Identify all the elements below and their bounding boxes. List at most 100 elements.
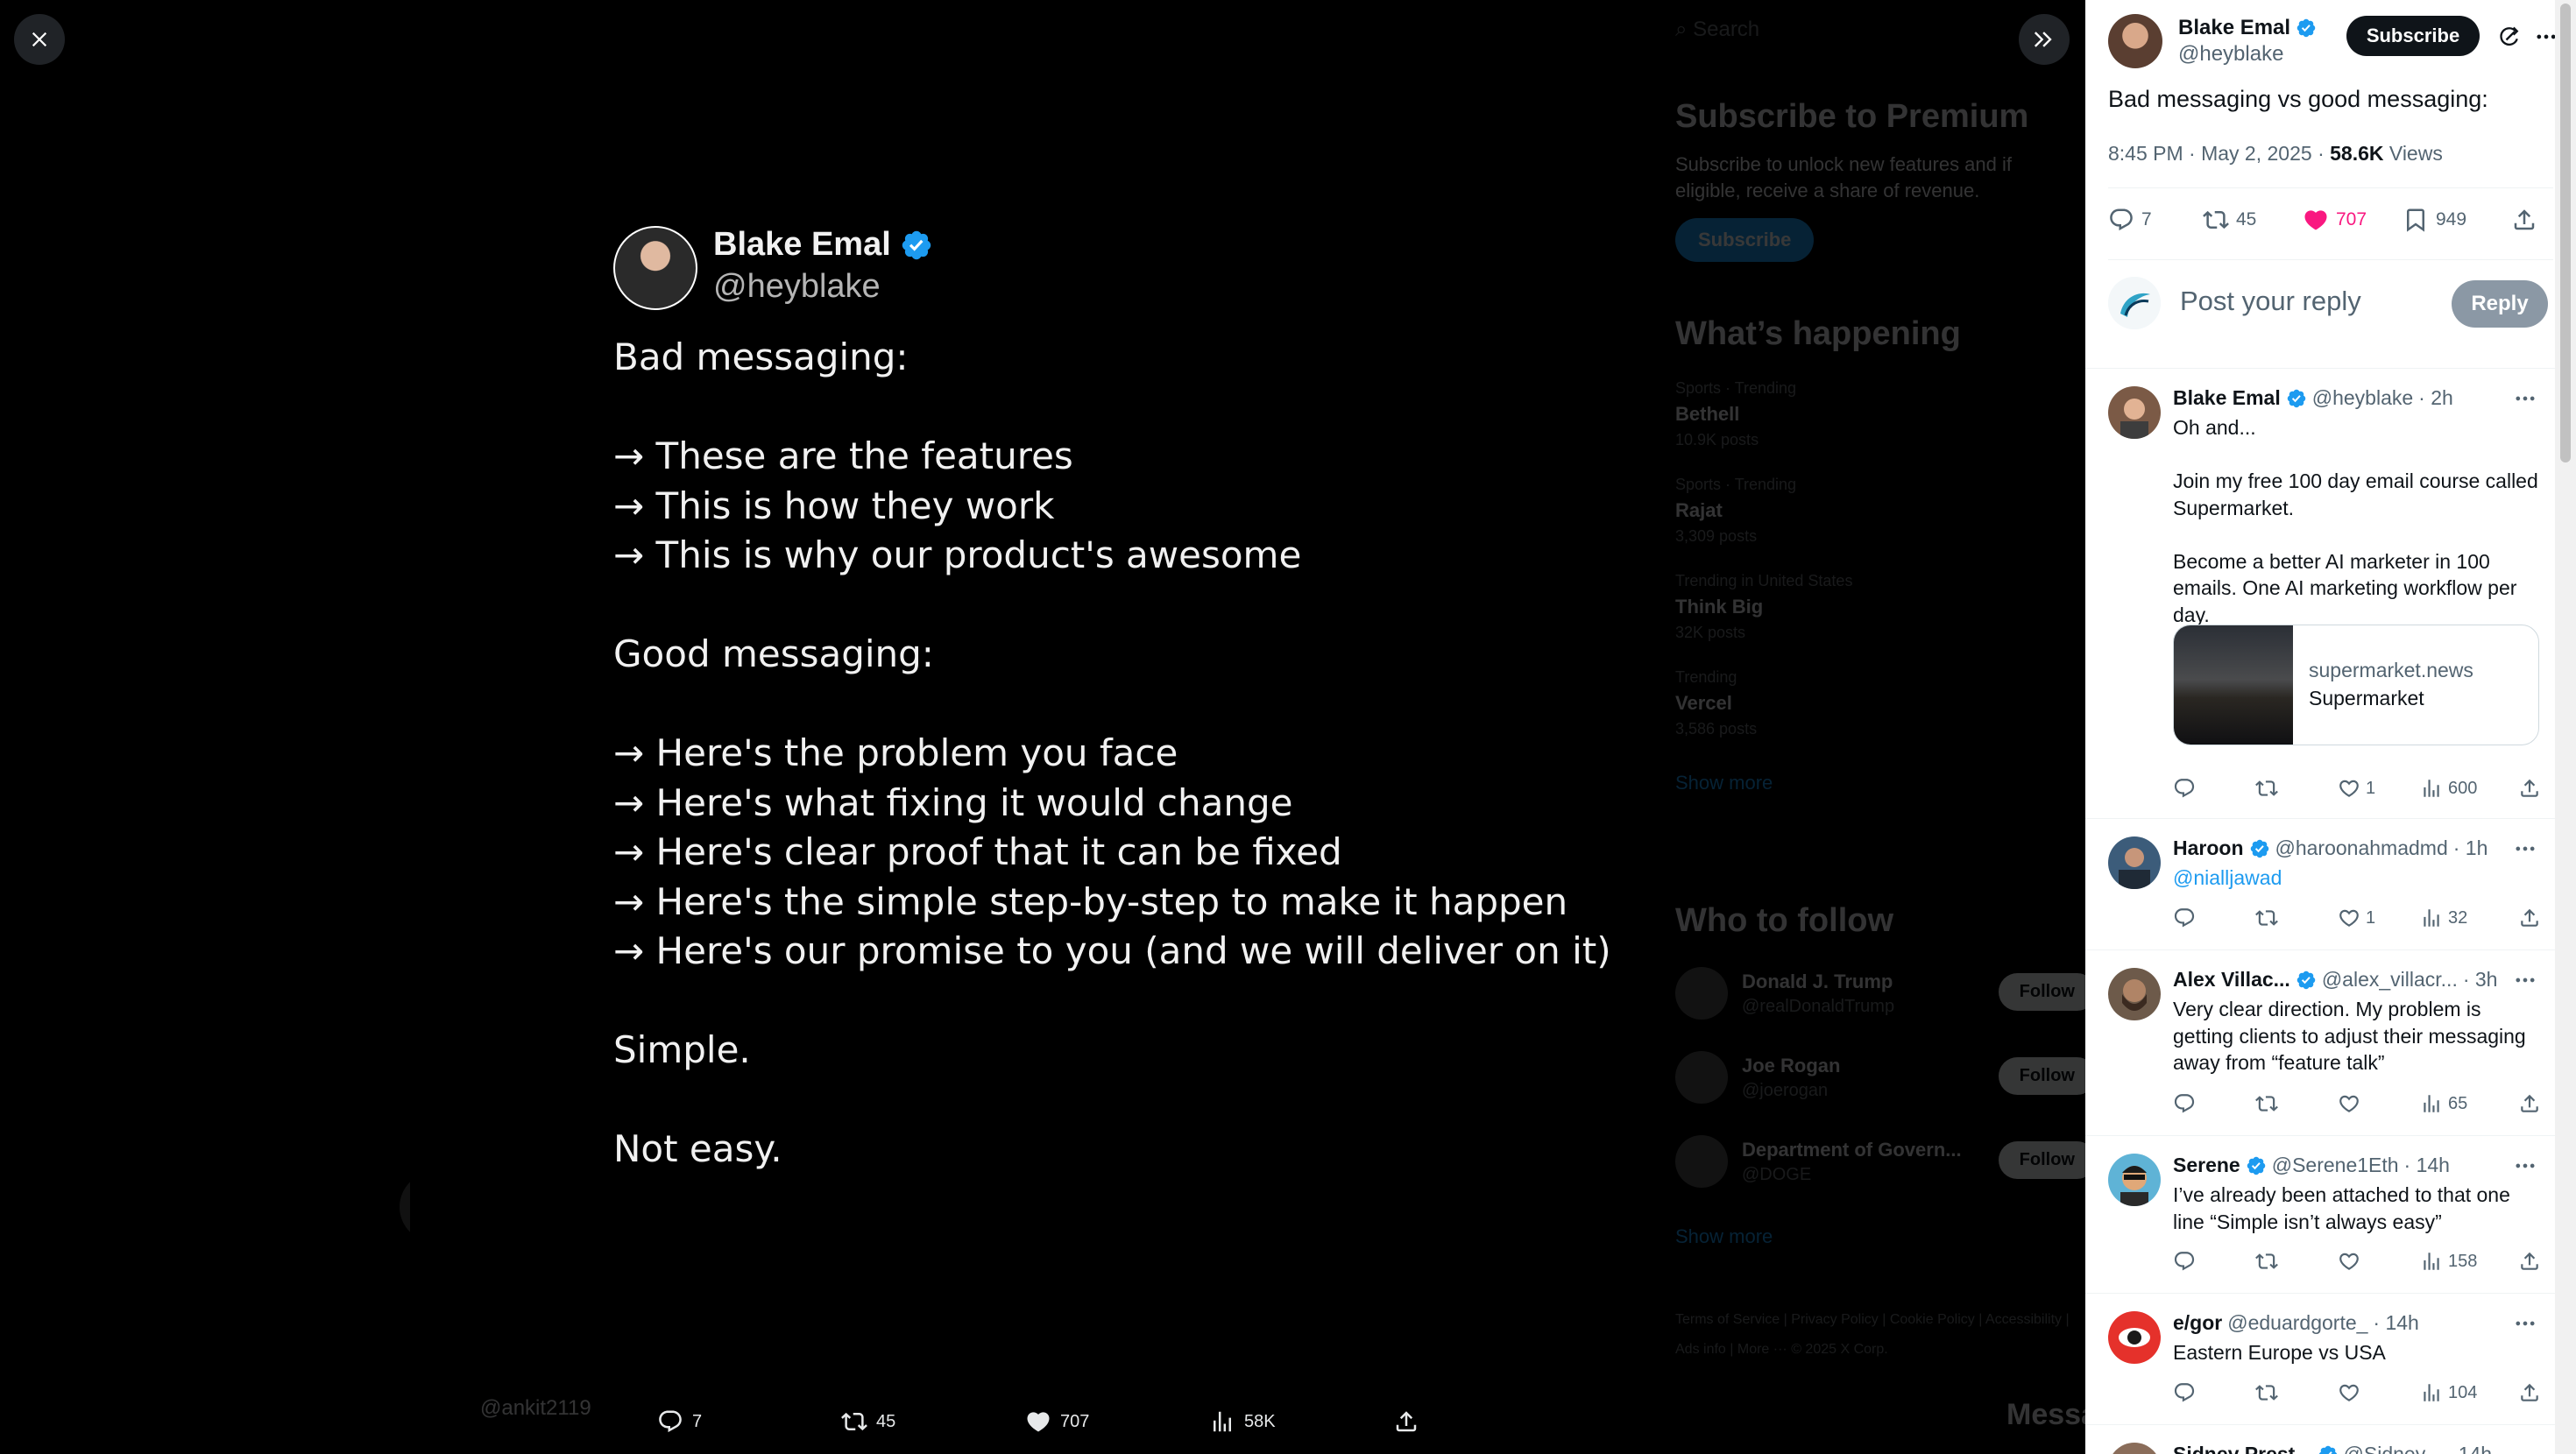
reply-views-button[interactable]: 104 (2420, 1381, 2477, 1404)
like-button[interactable]: 707 (2303, 207, 2367, 233)
media-like-button[interactable]: 707 (1025, 1408, 1089, 1435)
reply-item[interactable]: Alex Villac... @alex_villacr... · 3h Ver… (2085, 950, 2555, 1136)
reply-like-button[interactable]: 1 (2338, 907, 2375, 929)
scrollbar[interactable] (2555, 0, 2576, 1454)
repost-button[interactable]: 45 (2203, 207, 2256, 233)
scrollbar-thumb[interactable] (2560, 4, 2571, 462)
reply-avatar[interactable] (2108, 1154, 2161, 1206)
more-options-icon[interactable] (2513, 968, 2537, 992)
reply-views-button[interactable]: 65 (2420, 1092, 2467, 1115)
subscribe-button[interactable]: Subscribe (2346, 16, 2480, 56)
reply-item[interactable]: Serene @Serene1Eth · 14h I’ve already be… (2085, 1136, 2555, 1294)
reply-reply-button[interactable] (2173, 1092, 2196, 1115)
reply-author-name[interactable]: Blake Emal (2173, 386, 2281, 410)
reply-author-name[interactable]: Sidney Prest... (2173, 1443, 2312, 1454)
reply-time[interactable]: · 14h (2373, 1311, 2418, 1335)
collapse-sidebar-button[interactable] (2019, 14, 2070, 65)
reply-reply-button[interactable] (2173, 907, 2196, 929)
close-button[interactable] (14, 14, 65, 65)
reply-time[interactable]: · 2h (2418, 386, 2453, 410)
more-options-icon[interactable] (2513, 386, 2537, 411)
post-timestamp[interactable]: 8:45 PM · May 2, 2025 · (2108, 142, 2330, 165)
reply-icon (2173, 907, 2196, 929)
reply-like-button[interactable] (2338, 1250, 2366, 1273)
reply-author-name[interactable]: Serene (2173, 1154, 2240, 1177)
media-views-button[interactable]: 58K (1209, 1408, 1276, 1435)
reply-action-bar: 65 (2173, 1092, 2541, 1119)
share-button[interactable] (2511, 207, 2537, 233)
reply-time[interactable]: · 14h (2446, 1443, 2492, 1454)
reply-item[interactable]: Sidney Prest... @Sidney... · 14h (2085, 1425, 2555, 1454)
reply-submit-button[interactable]: Reply (2452, 280, 2548, 328)
reply-repost-button[interactable] (2255, 1381, 2278, 1404)
like-filled-icon (2303, 207, 2329, 233)
reply-item[interactable]: e/gor @eduardgorte_ · 14h Eastern Europe… (2085, 1294, 2555, 1425)
link-card[interactable]: supermarket.news Supermarket (2173, 625, 2539, 745)
bookmark-button[interactable]: 949 (2403, 207, 2466, 233)
reply-header: e/gor @eduardgorte_ · 14h (2173, 1311, 2419, 1335)
reply-like-button[interactable] (2338, 1092, 2366, 1115)
reply-avatar[interactable] (2108, 386, 2161, 439)
reply-author-name[interactable]: Alex Villac... (2173, 968, 2290, 992)
media-share-button[interactable] (1393, 1408, 1419, 1435)
reply-time[interactable]: · 3h (2463, 968, 2498, 992)
more-options-icon[interactable] (2513, 836, 2537, 861)
trends-show-more: Show more (1675, 772, 1773, 794)
reply-reply-button[interactable] (2173, 1381, 2196, 1404)
media-reply-button[interactable]: 7 (657, 1408, 702, 1435)
reply-input[interactable] (2180, 286, 2408, 317)
author-name[interactable]: Blake Emal (2178, 16, 2317, 40)
reply-views-button[interactable]: 600 (2420, 777, 2477, 800)
reply-views-button[interactable]: 32 (2420, 907, 2467, 929)
reply-repost-button[interactable] (2255, 907, 2278, 929)
reply-share-button[interactable] (2518, 1250, 2541, 1273)
reply-view-count: 600 (2448, 778, 2478, 798)
author-handle[interactable]: @heyblake (2178, 42, 2283, 67)
reply-mention-link[interactable]: @nialljawad (2173, 865, 2541, 892)
reply-avatar[interactable] (2108, 1443, 2161, 1454)
reply-share-button[interactable] (2518, 907, 2541, 929)
reply-reply-button[interactable] (2173, 777, 2196, 800)
reply-author-name[interactable]: e/gor (2173, 1311, 2222, 1335)
reply-avatar[interactable] (2108, 1311, 2161, 1364)
reply-author-handle[interactable]: @alex_villacr... (2322, 968, 2458, 992)
more-options-icon[interactable] (2513, 1154, 2537, 1178)
reply-text: Oh and... Join my free 100 day email cou… (2173, 416, 2538, 626)
reply-author-handle[interactable]: @haroonahmadmd (2275, 836, 2448, 860)
author-name-text: Blake Emal (2178, 16, 2291, 39)
reply-author-name[interactable]: Haroon (2173, 836, 2244, 860)
background-sidebar: ⌕ Search Subscribe to Premium Subscribe … (1675, 0, 2096, 1454)
suggestion-name: Donald J. Trump (1742, 970, 1893, 992)
reply-avatar[interactable] (2108, 836, 2161, 889)
reply-views-button[interactable]: 158 (2420, 1250, 2477, 1273)
reply-share-button[interactable] (2518, 1092, 2541, 1115)
reply-time[interactable]: · 1h (2453, 836, 2488, 860)
reply-author-handle[interactable]: @Serene1Eth (2272, 1154, 2399, 1177)
reply-repost-button[interactable] (2255, 1250, 2278, 1273)
media-repost-button[interactable]: 45 (841, 1408, 895, 1435)
reply-repost-button[interactable] (2255, 1092, 2278, 1115)
more-options-icon[interactable] (2513, 1311, 2537, 1336)
reply-share-button[interactable] (2518, 1381, 2541, 1404)
reply-header: Haroon @haroonahmadmd · 1h (2173, 836, 2488, 860)
reply-button[interactable]: 7 (2108, 207, 2152, 233)
reply-share-button[interactable] (2518, 777, 2541, 800)
author-avatar[interactable] (2108, 14, 2162, 68)
reply-repost-button[interactable] (2255, 777, 2278, 800)
reply-like-button[interactable] (2338, 1381, 2366, 1404)
divider (2108, 187, 2553, 188)
reply-item[interactable]: Haroon @haroonahmadmd · 1h @nialljawad 1… (2085, 819, 2555, 950)
reply-like-button[interactable]: 1 (2338, 777, 2375, 800)
reply-author-handle[interactable]: @heyblake (2312, 386, 2413, 410)
close-icon (32, 32, 47, 47)
reply-time[interactable]: · 14h (2404, 1154, 2450, 1177)
reply-author-handle[interactable]: @Sidney... (2344, 1443, 2441, 1454)
grok-icon[interactable] (2497, 25, 2522, 49)
reply-avatar[interactable] (2108, 968, 2161, 1020)
current-user-avatar[interactable] (2108, 277, 2161, 329)
reply-author-handle[interactable]: @eduardgorte_ (2227, 1311, 2367, 1335)
post-image[interactable]: Blake Emal @heyblake Bad messaging: → Th… (410, 0, 1674, 1389)
views-icon (2420, 1381, 2443, 1404)
reply-item[interactable]: Blake Emal @heyblake · 2h Oh and... Join… (2085, 369, 2555, 819)
reply-reply-button[interactable] (2173, 1250, 2196, 1273)
